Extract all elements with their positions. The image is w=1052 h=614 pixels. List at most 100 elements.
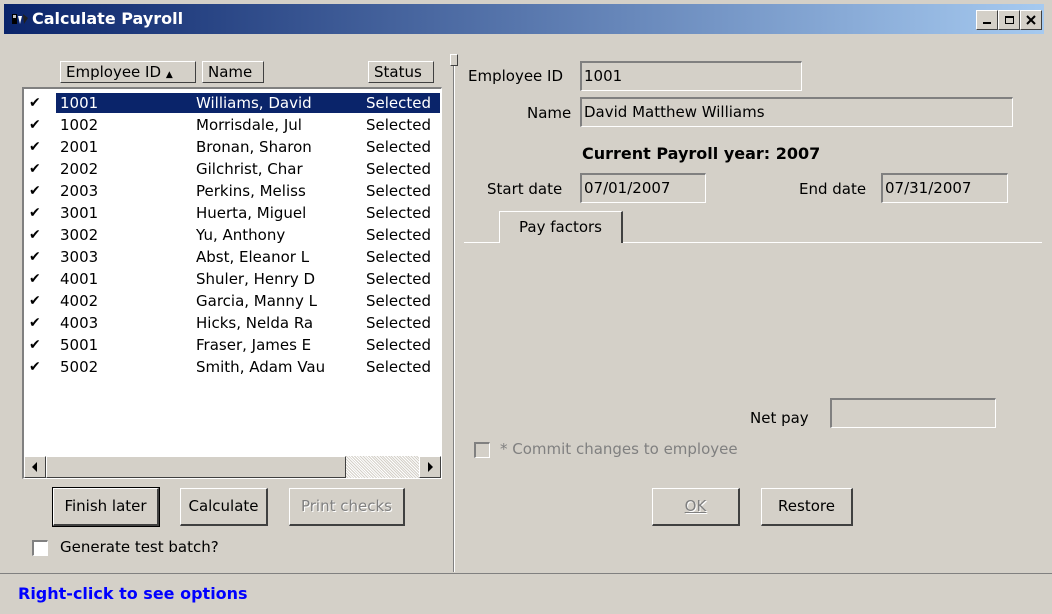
employee-list[interactable]: ✔ 1001 Williams, David Selected ✔ 1002 Morrisd… bbox=[22, 87, 442, 479]
row-employee-id: 4003 bbox=[60, 314, 99, 332]
row-checkmark-icon[interactable]: ✔ bbox=[29, 114, 41, 136]
horizontal-scrollbar[interactable] bbox=[24, 456, 441, 478]
start-date-field[interactable]: 07/01/2007 bbox=[580, 173, 706, 203]
name-value: David Matthew Williams bbox=[584, 103, 765, 121]
end-date-label: End date bbox=[799, 180, 867, 198]
scroll-left-button[interactable] bbox=[24, 456, 46, 478]
row-checkmark-icon[interactable]: ✔ bbox=[29, 224, 41, 246]
row-checkmark-icon[interactable]: ✔ bbox=[29, 202, 41, 224]
table-row[interactable]: ✔ 2001 Bronan, Sharon Selected bbox=[24, 136, 438, 158]
row-employee-id: 2003 bbox=[60, 182, 99, 200]
table-row[interactable]: ✔ 5001 Fraser, James E Selected bbox=[24, 334, 438, 356]
row-employee-id: 4002 bbox=[60, 292, 99, 310]
row-checkmark-icon[interactable]: ✔ bbox=[29, 180, 41, 202]
row-employee-id: 4001 bbox=[60, 270, 99, 288]
row-checkmark-icon[interactable]: ✔ bbox=[29, 356, 41, 378]
print-checks-button[interactable]: Print checks bbox=[289, 488, 405, 526]
row-employee-id: 2002 bbox=[60, 160, 99, 178]
scroll-thumb[interactable] bbox=[46, 456, 346, 478]
finish-later-label: Finish later bbox=[64, 497, 147, 515]
table-row[interactable]: ✔ 4002 Garcia, Manny L Selected bbox=[24, 290, 438, 312]
row-employee-name: Yu, Anthony bbox=[196, 226, 286, 244]
row-employee-id: 1002 bbox=[60, 116, 99, 134]
row-status: Selected bbox=[366, 248, 432, 266]
row-employee-id: 2001 bbox=[60, 138, 99, 156]
column-header-employee-id[interactable]: Employee ID ▲ bbox=[60, 61, 196, 83]
column-header-status-label: Status bbox=[374, 63, 422, 81]
panel-splitter[interactable] bbox=[450, 54, 458, 572]
employee-id-field[interactable]: 1001 bbox=[580, 61, 802, 91]
row-checkmark-icon[interactable]: ✔ bbox=[29, 290, 41, 312]
scroll-right-button[interactable] bbox=[419, 456, 441, 478]
sort-ascending-icon: ▲ bbox=[165, 70, 173, 80]
row-employee-id: 1001 bbox=[60, 94, 99, 112]
row-status: Selected bbox=[366, 336, 432, 354]
close-icon bbox=[1026, 15, 1036, 25]
arrow-left-icon bbox=[32, 462, 37, 472]
commit-changes-label: * Commit changes to employee bbox=[500, 440, 738, 458]
row-checkmark-icon[interactable]: ✔ bbox=[29, 158, 41, 180]
row-employee-id: 5001 bbox=[60, 336, 99, 354]
maximize-button[interactable] bbox=[998, 10, 1020, 30]
row-employee-name: Morrisdale, Jul bbox=[196, 116, 302, 134]
row-employee-id: 3002 bbox=[60, 226, 99, 244]
restore-button[interactable]: Restore bbox=[761, 488, 853, 526]
generate-test-batch-checkbox[interactable] bbox=[32, 540, 48, 556]
net-pay-field[interactable] bbox=[830, 398, 996, 428]
table-row[interactable]: ✔ 3003 Abst, Eleanor L Selected bbox=[24, 246, 438, 268]
row-checkmark-icon[interactable]: ✔ bbox=[29, 92, 41, 114]
row-status: Selected bbox=[366, 160, 432, 178]
row-employee-name: Abst, Eleanor L bbox=[196, 248, 310, 266]
row-employee-name: Huerta, Miguel bbox=[196, 204, 307, 222]
scroll-track[interactable] bbox=[346, 456, 419, 478]
end-date-value: 07/31/2007 bbox=[885, 179, 972, 197]
table-row[interactable]: ✔ 1001 Williams, David Selected bbox=[24, 92, 440, 114]
status-bar: Right-click to see options bbox=[0, 573, 1052, 614]
table-row[interactable]: ✔ 2002 Gilchrist, Char Selected bbox=[24, 158, 438, 180]
maximize-icon bbox=[1004, 16, 1014, 24]
row-status: Selected bbox=[366, 94, 432, 112]
employee-id-value: 1001 bbox=[584, 67, 623, 85]
calculate-button[interactable]: Calculate bbox=[180, 488, 268, 526]
row-employee-name: Bronan, Sharon bbox=[196, 138, 312, 156]
column-header-name-label: Name bbox=[208, 63, 253, 81]
row-checkmark-icon[interactable]: ✔ bbox=[29, 312, 41, 334]
row-checkmark-icon[interactable]: ✔ bbox=[29, 268, 41, 290]
table-row[interactable]: ✔ 3001 Huerta, Miguel Selected bbox=[24, 202, 438, 224]
ok-label: OK bbox=[684, 497, 707, 515]
table-row[interactable]: ✔ 1002 Morrisdale, Jul Selected bbox=[24, 114, 438, 136]
employee-id-label: Employee ID bbox=[468, 67, 564, 85]
finish-later-button[interactable]: Finish later bbox=[52, 487, 160, 527]
minimize-button[interactable] bbox=[976, 10, 998, 30]
tab-pay-factors[interactable]: Pay factors bbox=[499, 211, 623, 243]
row-status: Selected bbox=[366, 314, 432, 332]
commit-changes-checkbox[interactable] bbox=[474, 442, 490, 458]
tab-pay-factors-label: Pay factors bbox=[519, 218, 602, 236]
row-checkmark-icon[interactable]: ✔ bbox=[29, 136, 41, 158]
table-row[interactable]: ✔ 5002 Smith, Adam Vau Selected bbox=[24, 356, 438, 378]
row-employee-name: Smith, Adam Vau bbox=[196, 358, 326, 376]
row-employee-name: Gilchrist, Char bbox=[196, 160, 303, 178]
row-status: Selected bbox=[366, 358, 432, 376]
title-bar[interactable]: Calculate Payroll bbox=[4, 4, 1044, 34]
close-button[interactable] bbox=[1020, 10, 1042, 30]
row-checkmark-icon[interactable]: ✔ bbox=[29, 334, 41, 356]
splitter-handle[interactable] bbox=[450, 54, 458, 66]
row-employee-name: Fraser, James E bbox=[196, 336, 312, 354]
name-field[interactable]: David Matthew Williams bbox=[580, 97, 1013, 127]
column-header-name[interactable]: Name bbox=[202, 61, 264, 83]
row-employee-name: Shuler, Henry D bbox=[196, 270, 316, 288]
column-header-status[interactable]: Status bbox=[368, 61, 434, 83]
payroll-app-icon bbox=[12, 14, 28, 24]
table-row[interactable]: ✔ 3002 Yu, Anthony Selected bbox=[24, 224, 438, 246]
table-row[interactable]: ✔ 4001 Shuler, Henry D Selected bbox=[24, 268, 438, 290]
net-pay-label: Net pay bbox=[750, 409, 809, 427]
table-row[interactable]: ✔ 4003 Hicks, Nelda Ra Selected bbox=[24, 312, 438, 334]
table-row[interactable]: ✔ 2003 Perkins, Meliss Selected bbox=[24, 180, 438, 202]
end-date-field[interactable]: 07/31/2007 bbox=[881, 173, 1008, 203]
row-employee-name: Perkins, Meliss bbox=[196, 182, 306, 200]
row-checkmark-icon[interactable]: ✔ bbox=[29, 246, 41, 268]
row-employee-id: 3003 bbox=[60, 248, 99, 266]
start-date-label: Start date bbox=[487, 180, 563, 198]
ok-button[interactable]: OK bbox=[652, 488, 740, 526]
